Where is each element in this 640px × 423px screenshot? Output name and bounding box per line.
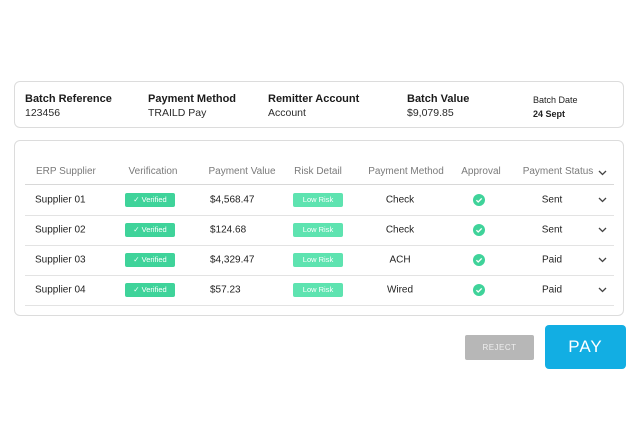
chevron-down-icon[interactable] (598, 287, 607, 293)
table-row[interactable]: Supplier 03 ✓ Verified $4,329.47 Low Ris… (25, 245, 614, 276)
batch-date: Batch Date 24 Sept (533, 94, 578, 121)
payment-value: $4,329.47 (210, 254, 255, 266)
payment-status: Paid (541, 254, 563, 266)
verified-badge-label: Verified (141, 225, 167, 234)
check-circle-icon (473, 284, 485, 296)
verified-badge-label: Verified (141, 255, 167, 264)
batch-summary-card: Batch Reference 123456 Payment Method TR… (14, 81, 624, 128)
batch-reference: Batch Reference 123456 (25, 93, 112, 120)
check-circle-icon (473, 194, 485, 206)
batch-remitter-account-value: Account (268, 107, 306, 119)
payment-status: Sent (541, 224, 563, 236)
batch-payment-method-value: TRAILD Pay (148, 107, 207, 119)
payment-value: $4,568.47 (210, 194, 255, 206)
supplier-name: Supplier 02 (35, 224, 86, 236)
supplier-name: Supplier 04 (35, 284, 86, 296)
check-mark-icon: ✓ (133, 285, 140, 294)
risk-badge: Low Risk (293, 193, 343, 207)
supplier-name: Supplier 01 (35, 194, 86, 206)
payment-method: ACH (389, 254, 411, 266)
risk-badge: Low Risk (293, 283, 343, 297)
payment-value: $124.68 (210, 224, 247, 236)
batch-date-value: 24 Sept (533, 109, 566, 119)
verified-badge-label: Verified (141, 195, 167, 204)
column-header-risk-detail: Risk Detail (294, 166, 342, 177)
table-row[interactable]: Supplier 02 ✓ Verified $124.68 Low Risk … (25, 215, 614, 246)
check-circle-icon (473, 224, 485, 236)
batch-remitter-account-label: Remitter Account (268, 93, 360, 105)
chevron-down-icon[interactable] (598, 197, 607, 203)
verified-badge-label: Verified (141, 285, 167, 294)
batch-payment-method: Payment Method TRAILD Pay (148, 93, 236, 120)
payment-method: Wired (386, 284, 414, 296)
batch-value-value: $9,079.85 (407, 107, 454, 119)
column-header-payment-method: Payment Method (368, 166, 444, 177)
payment-value: $57.23 (210, 284, 241, 296)
batch-remitter-account: Remitter Account Account (268, 93, 359, 120)
risk-badge: Low Risk (293, 223, 343, 237)
payment-status: Paid (541, 284, 563, 296)
check-mark-icon: ✓ (133, 225, 140, 234)
check-circle-icon (473, 254, 485, 266)
chevron-down-icon[interactable] (598, 170, 607, 176)
verified-badge: ✓ Verified (125, 283, 175, 297)
batch-value-label: Batch Value (407, 93, 470, 105)
payment-method: Check (385, 194, 415, 206)
column-header-payment-value: Payment Value (208, 166, 276, 177)
supplier-name: Supplier 03 (35, 254, 86, 266)
pay-button[interactable]: PAY (545, 325, 626, 369)
batch-reference-value: 123456 (25, 107, 61, 119)
column-header-verification: Verification (128, 166, 178, 177)
risk-badge: Low Risk (293, 253, 343, 267)
verified-badge: ✓ Verified (125, 253, 175, 267)
column-header-supplier: ERP Supplier (36, 166, 96, 177)
payment-status: Sent (541, 194, 563, 206)
check-mark-icon: ✓ (133, 255, 140, 264)
reject-button[interactable]: REJECT (465, 335, 534, 360)
batch-date-label: Batch Date (533, 95, 578, 105)
table-row[interactable]: Supplier 01 ✓ Verified $4,568.47 Low Ris… (25, 185, 614, 216)
check-mark-icon: ✓ (133, 195, 140, 204)
verified-badge: ✓ Verified (125, 193, 175, 207)
table-row[interactable]: Supplier 04 ✓ Verified $57.23 Low Risk W… (25, 275, 614, 306)
batch-value: Batch Value $9,079.85 (407, 93, 469, 120)
batch-payment-method-label: Payment Method (148, 93, 237, 105)
chevron-down-icon[interactable] (598, 257, 607, 263)
column-header-payment-status[interactable]: Payment Status (523, 166, 594, 177)
batch-reference-label: Batch Reference (25, 93, 112, 105)
chevron-down-icon[interactable] (598, 227, 607, 233)
verified-badge: ✓ Verified (125, 223, 175, 237)
payments-table: ERP Supplier Verification Payment Value … (14, 140, 624, 316)
column-header-approval: Approval (461, 166, 501, 177)
payment-method: Check (385, 224, 415, 236)
